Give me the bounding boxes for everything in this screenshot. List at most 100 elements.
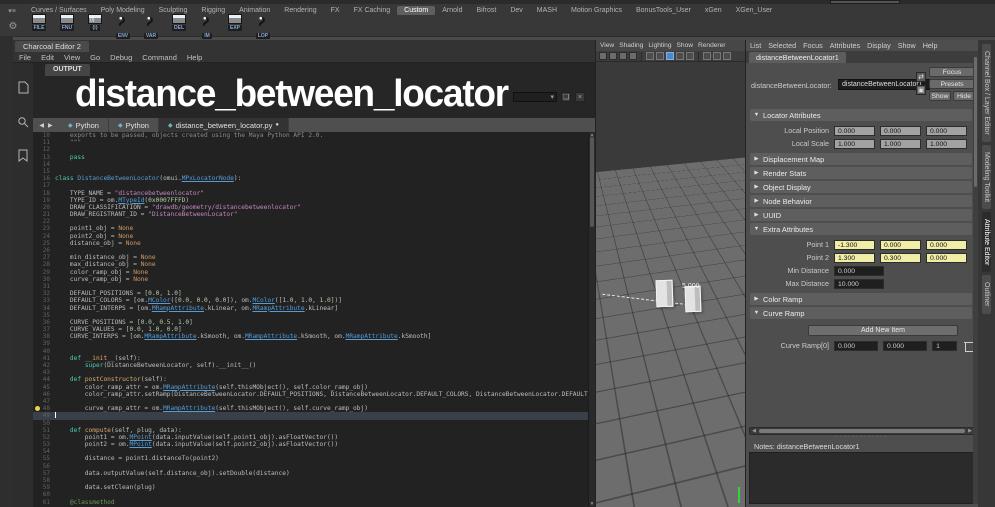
shelf-tab-fx-caching[interactable]: FX Caching xyxy=(347,6,398,15)
line-number[interactable]: 15 xyxy=(33,168,55,175)
line-number[interactable]: 35 xyxy=(33,312,55,319)
code-line[interactable]: 51 def compute(self, plug, data): xyxy=(33,427,595,434)
line-number[interactable]: 11 xyxy=(33,139,55,146)
attribute-field-point-1-2[interactable]: 0.000 xyxy=(926,240,967,250)
code-line[interactable]: 30 curve_ramp_obj = None xyxy=(33,276,595,283)
ae-menu-help[interactable]: Help xyxy=(923,41,938,50)
code-line[interactable]: 53 point2 = om.MPoint(data.inputValue(se… xyxy=(33,441,595,448)
swap-buffer-icon[interactable]: ⇄ xyxy=(916,72,926,82)
viewport-toolbar-icon-2[interactable] xyxy=(619,52,627,60)
viewport-toolbar-icon-13[interactable] xyxy=(723,52,731,60)
attribute-field-local-position-2[interactable]: 0.000 xyxy=(926,126,967,136)
code-line[interactable]: 23 point1_obj = None xyxy=(33,225,595,232)
editor-menu-command[interactable]: Command xyxy=(142,53,177,62)
shelf-button-i[interactable]: {i} xyxy=(82,14,108,39)
viewport-toolbar-icon-7[interactable] xyxy=(666,52,674,60)
editor-window-tab[interactable]: Charcoal Editor 2 xyxy=(15,41,89,52)
code-line[interactable]: 43 xyxy=(33,369,595,376)
gear-icon[interactable]: ⚙ xyxy=(0,21,26,32)
dock-tab-attribute-editor[interactable]: Attribute Editor xyxy=(982,212,991,272)
code-line[interactable]: 46 color_ramp_attr.setRamp(DistanceBetwe… xyxy=(33,391,595,398)
line-number[interactable]: 48 xyxy=(33,405,55,412)
line-number[interactable]: 56 xyxy=(33,463,55,470)
dock-tab-outliner[interactable]: Outliner xyxy=(982,275,991,314)
attribute-field-point-2-2[interactable]: 0.000 xyxy=(926,253,967,263)
viewport-menu-renderer[interactable]: Renderer xyxy=(698,42,726,49)
code-line[interactable]: 13 pass xyxy=(33,154,595,161)
line-number[interactable]: 17 xyxy=(33,182,55,189)
shelf-button-lop[interactable]: LOP xyxy=(250,14,276,39)
code-line[interactable]: 42 super(DistanceBetweenLocator, self)._… xyxy=(33,362,595,369)
viewport-menu-view[interactable]: View xyxy=(600,42,614,49)
code-line[interactable]: 34 DEFAULT_INTERPS = [om.MRampAttribute.… xyxy=(33,305,595,312)
dock-tab-channel-box-layer-editor[interactable]: Channel Box / Layer Editor xyxy=(982,44,991,142)
notes-textarea[interactable] xyxy=(749,452,975,504)
viewport-toolbar-icon-5[interactable] xyxy=(646,52,654,60)
code-line[interactable]: 33 DEFAULT_COLORS = [om.MColor([0.0, 0.0… xyxy=(33,297,595,304)
line-number[interactable]: 23 xyxy=(33,225,55,232)
section-header-displacement-map[interactable]: ▶Displacement Map xyxy=(750,153,972,165)
code-line[interactable]: 55 distance = point1.distanceTo(point2) xyxy=(33,455,595,462)
line-number[interactable]: 20 xyxy=(33,204,55,211)
code-line[interactable]: 36 CURVE_POSITIONS = [0.0, 0.5, 1.0] xyxy=(33,319,595,326)
code-line[interactable]: 14 xyxy=(33,161,595,168)
breakpoint-icon[interactable] xyxy=(35,406,40,411)
new-file-icon[interactable] xyxy=(18,81,29,99)
code-line[interactable]: 12 xyxy=(33,146,595,153)
shelf-button-im[interactable]: IM xyxy=(194,14,220,39)
code-line[interactable]: 39 xyxy=(33,340,595,347)
ae-node-tab[interactable]: distanceBetweenLocator1 xyxy=(749,52,846,63)
editor-menu-debug[interactable]: Debug xyxy=(110,53,132,62)
code-scrollbar[interactable]: ▲ ▼ xyxy=(588,132,595,507)
line-number[interactable]: 34 xyxy=(33,305,55,312)
line-number[interactable]: 49 xyxy=(33,412,55,419)
line-number[interactable]: 22 xyxy=(33,218,55,225)
line-number[interactable]: 24 xyxy=(33,233,55,240)
show-button[interactable]: Show xyxy=(929,91,951,101)
viewport-toolbar-icon-6[interactable] xyxy=(656,52,664,60)
line-number[interactable]: 55 xyxy=(33,455,55,462)
code-line[interactable]: 28 max_distance_obj = None xyxy=(33,261,595,268)
code-line[interactable]: 38 CURVE_INTERPS = [om.MRampAttribute.kS… xyxy=(33,333,595,340)
ae-menu-list[interactable]: List xyxy=(750,41,761,50)
attribute-field-local-position-1[interactable]: 0.000 xyxy=(880,126,921,136)
scroll-left-icon[interactable]: ◀ xyxy=(750,428,758,434)
line-number[interactable]: 44 xyxy=(33,376,55,383)
line-number[interactable]: 18 xyxy=(33,190,55,197)
scrollbar-thumb[interactable] xyxy=(590,137,594,227)
shelf-tab-bonustools-user[interactable]: BonusTools_User xyxy=(629,6,698,15)
shelf-button-fnu[interactable]: FNU xyxy=(54,14,80,39)
shelf-tab-motion-graphics[interactable]: Motion Graphics xyxy=(564,6,629,15)
ae-menu-focus[interactable]: Focus xyxy=(803,41,823,50)
line-number[interactable]: 31 xyxy=(33,283,55,290)
tab-prev-icon[interactable]: ◀ xyxy=(39,122,44,129)
line-number[interactable]: 42 xyxy=(33,362,55,369)
add-new-item-button[interactable]: Add New Item xyxy=(808,325,958,336)
code-line[interactable]: 25 distance_obj = None xyxy=(33,240,595,247)
line-number[interactable]: 12 xyxy=(33,146,55,153)
attribute-field-local-scale-1[interactable]: 1.000 xyxy=(880,139,921,149)
section-header-object-display[interactable]: ▶Object Display xyxy=(750,181,972,193)
code-line[interactable]: 16class DistanceBetweenLocator(omui.MPxL… xyxy=(33,175,595,182)
editor-menu-file[interactable]: File xyxy=(19,53,31,62)
code-line[interactable]: 41 def __init__(self): xyxy=(33,355,595,362)
section-header-curve-ramp[interactable]: ▼Curve Ramp xyxy=(750,307,972,319)
shelf-tab-xgen[interactable]: xGen xyxy=(698,6,729,15)
shelf-button-del[interactable]: DEL xyxy=(166,14,192,39)
attribute-field-min-distance-0[interactable]: 0.000 xyxy=(834,266,884,276)
line-number[interactable]: 10 xyxy=(33,132,55,139)
code-line[interactable]: 31 xyxy=(33,283,595,290)
line-number[interactable]: 54 xyxy=(33,448,55,455)
attribute-field-curve-ramp-0-0[interactable]: 0.000 xyxy=(834,341,878,351)
trash-icon[interactable] xyxy=(964,341,972,351)
code-line[interactable]: 27 min_distance_obj = None xyxy=(33,254,595,261)
line-number[interactable]: 40 xyxy=(33,348,55,355)
code-line[interactable]: 60 xyxy=(33,491,595,498)
shelf-tab-bifrost[interactable]: Bifrost xyxy=(470,6,504,15)
code-line[interactable]: 45 color_ramp_attr = om.MRampAttribute(s… xyxy=(33,384,595,391)
viewport-toolbar-icon-1[interactable] xyxy=(609,52,617,60)
line-number[interactable]: 39 xyxy=(33,340,55,347)
code-line[interactable]: 50 xyxy=(33,420,595,427)
code-line[interactable]: 29 color_ramp_obj = None xyxy=(33,269,595,276)
code-line[interactable]: 22 xyxy=(33,218,595,225)
